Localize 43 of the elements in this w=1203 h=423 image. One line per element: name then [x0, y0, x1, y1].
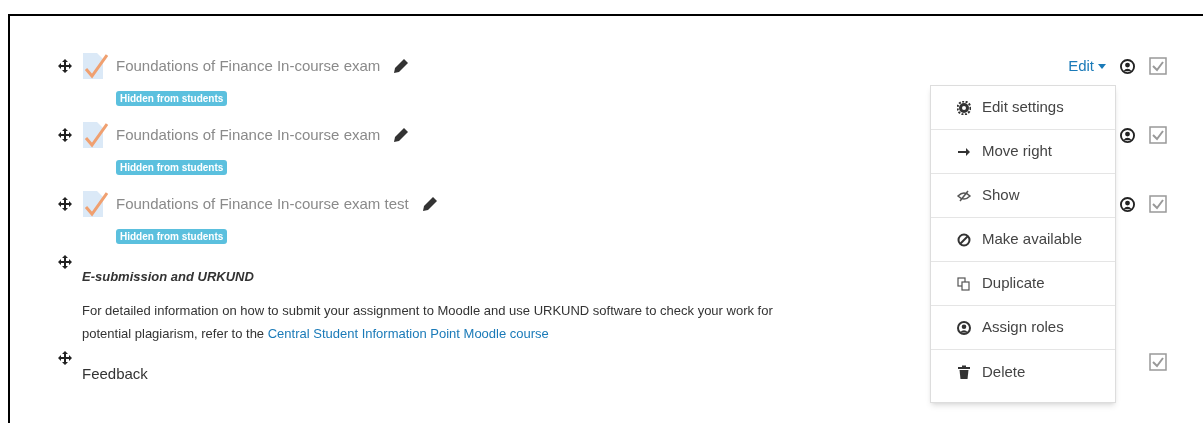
completion-checkbox[interactable] — [1149, 195, 1167, 213]
hidden-badge: Hidden from students — [116, 229, 228, 244]
settings-icon — [957, 100, 971, 115]
completion-checkbox[interactable] — [1149, 126, 1167, 144]
move-icon[interactable] — [58, 255, 72, 269]
menu-item[interactable]: Delete — [931, 350, 1115, 394]
user-icon[interactable] — [1120, 196, 1135, 212]
label-title: E-submission and URKUND — [82, 268, 254, 286]
hidden-badge: Hidden from students — [116, 91, 228, 106]
pencil-icon[interactable] — [394, 59, 409, 73]
menu-item[interactable]: Move right — [931, 130, 1115, 174]
menu-item[interactable]: Assign roles — [931, 306, 1115, 350]
hidden-badge: Hidden from students — [116, 160, 228, 175]
move-icon[interactable] — [58, 59, 72, 73]
user-icon[interactable] — [1120, 127, 1135, 143]
completion-checkbox[interactable] — [1149, 57, 1167, 75]
move-icon[interactable] — [58, 128, 72, 142]
copy-icon — [957, 276, 971, 291]
caret-icon — [1098, 63, 1106, 69]
pencil-icon[interactable] — [394, 128, 409, 142]
move-icon[interactable] — [58, 197, 72, 211]
menu-item[interactable]: Make available — [931, 218, 1115, 262]
completion-checkbox[interactable] — [1149, 352, 1167, 371]
user-icon — [957, 320, 971, 335]
quiz-icon — [82, 52, 108, 80]
trash-icon — [957, 365, 971, 379]
quiz-icon — [82, 121, 108, 149]
menu-item[interactable]: Edit settings — [931, 86, 1115, 130]
course-link[interactable]: Central Student Information Point Moodle course — [267, 325, 549, 341]
edit-menu-button[interactable]: Edit — [1068, 54, 1106, 78]
menu-item[interactable]: Duplicate — [931, 262, 1115, 306]
pencil-icon[interactable] — [422, 197, 437, 211]
ban-icon — [957, 232, 971, 247]
user-icon[interactable] — [1120, 58, 1135, 74]
activity-link[interactable]: Foundations of Finance In-course exam — [116, 54, 381, 78]
label-description: For detailed information on how to submit your assignment to Moodle and use URKUND software to check your work for potential plagiarism, refer to the Central Student Information Point Moodle course — [82, 301, 773, 343]
activity-link[interactable]: Foundations of Finance In-course exam — [116, 123, 381, 147]
menu-item[interactable]: Show — [931, 174, 1115, 218]
move-icon[interactable] — [58, 350, 72, 365]
eye-slash-icon — [957, 188, 971, 203]
activity-link[interactable]: Foundations of Finance In-course exam test — [116, 192, 409, 216]
quiz-icon — [82, 190, 108, 218]
feedback-title: Feedback — [82, 363, 148, 384]
